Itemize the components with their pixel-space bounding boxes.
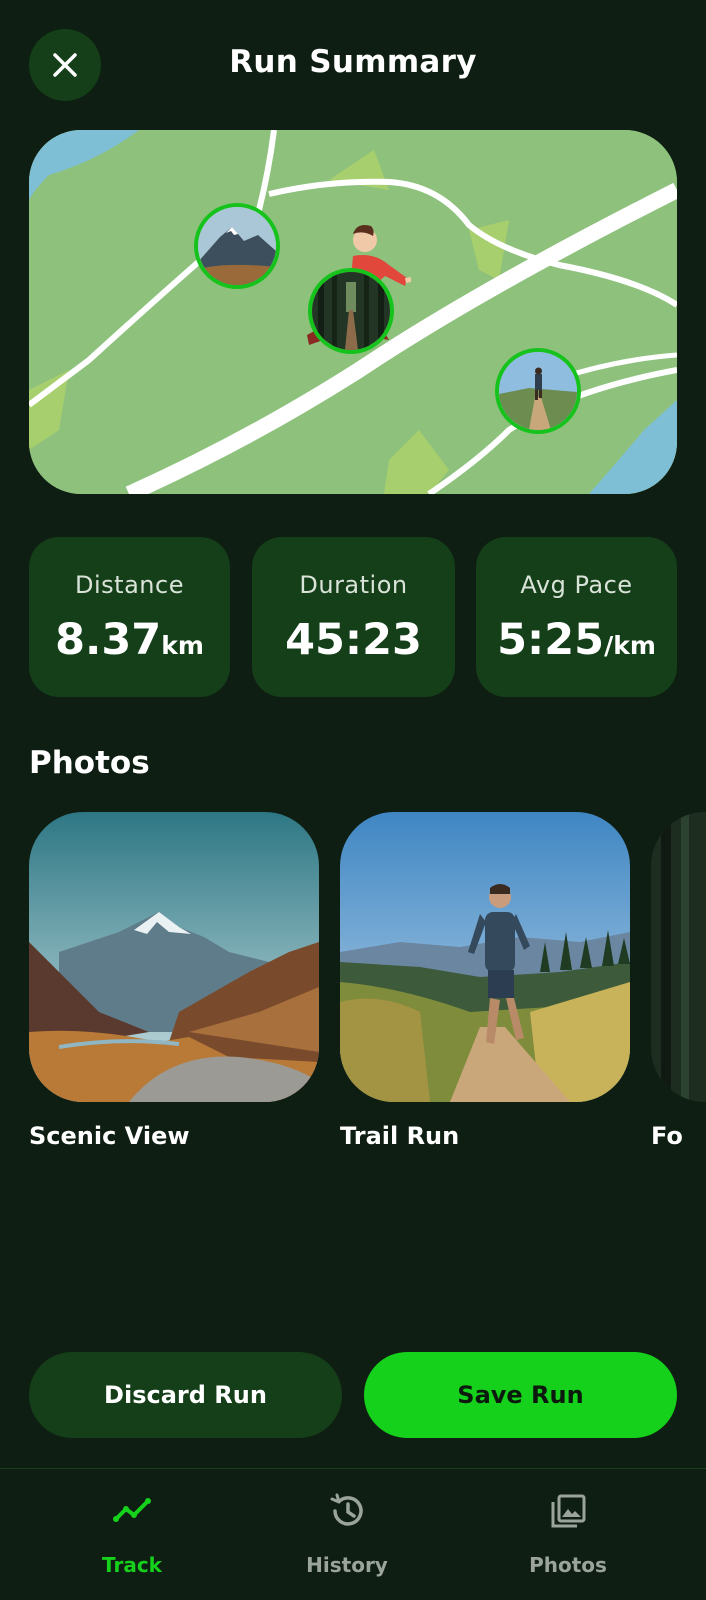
stat-value: 45:23	[285, 615, 422, 665]
mountain-photo-pin[interactable]	[194, 203, 280, 289]
stat-value: 5:25/km	[497, 615, 656, 665]
stat-value: 8.37km	[55, 615, 204, 665]
nav-item-track[interactable]: Track	[52, 1469, 212, 1600]
nav-label: History	[306, 1553, 388, 1577]
stat-label: Distance	[75, 571, 184, 599]
photo-caption: Fo	[651, 1122, 683, 1150]
stat-distance: Distance 8.37km	[29, 537, 230, 697]
header: Run Summary	[0, 0, 706, 130]
trend-line-icon	[113, 1498, 151, 1522]
photo-card-trail-run[interactable]: Trail Run	[340, 812, 630, 1150]
nav-item-photos[interactable]: Photos	[488, 1469, 648, 1600]
nav-label: Track	[102, 1553, 162, 1577]
discard-run-button[interactable]: Discard Run	[29, 1352, 342, 1438]
photos-section-title: Photos	[29, 745, 150, 781]
nav-item-history[interactable]: History	[267, 1469, 427, 1600]
trail-photo-pin[interactable]	[495, 348, 581, 434]
forest-photo[interactable]	[651, 812, 706, 1102]
save-run-button[interactable]: Save Run	[364, 1352, 677, 1438]
forest-photo-pin[interactable]	[308, 268, 394, 354]
stat-duration: Duration 45:23	[252, 537, 455, 697]
page-title: Run Summary	[229, 44, 477, 80]
trail-run-photo[interactable]	[340, 812, 630, 1102]
photo-caption: Trail Run	[340, 1122, 460, 1150]
route-map[interactable]	[29, 130, 677, 494]
scenic-view-photo[interactable]	[29, 812, 319, 1102]
nav-label: Photos	[529, 1553, 607, 1577]
photo-card-partial[interactable]: Fo	[651, 812, 706, 1150]
run-stats: Distance 8.37km Duration 45:23 Avg Pace …	[29, 537, 677, 697]
history-icon	[330, 1493, 363, 1526]
stat-label: Avg Pace	[520, 571, 633, 599]
stat-avg-pace: Avg Pace 5:25/km	[476, 537, 677, 697]
stat-label: Duration	[299, 571, 408, 599]
bottom-nav: Track History Photos	[0, 1468, 706, 1600]
photo-caption: Scenic View	[29, 1122, 190, 1150]
photo-card-scenic-view[interactable]: Scenic View	[29, 812, 319, 1150]
photo-library-icon	[551, 1494, 586, 1528]
